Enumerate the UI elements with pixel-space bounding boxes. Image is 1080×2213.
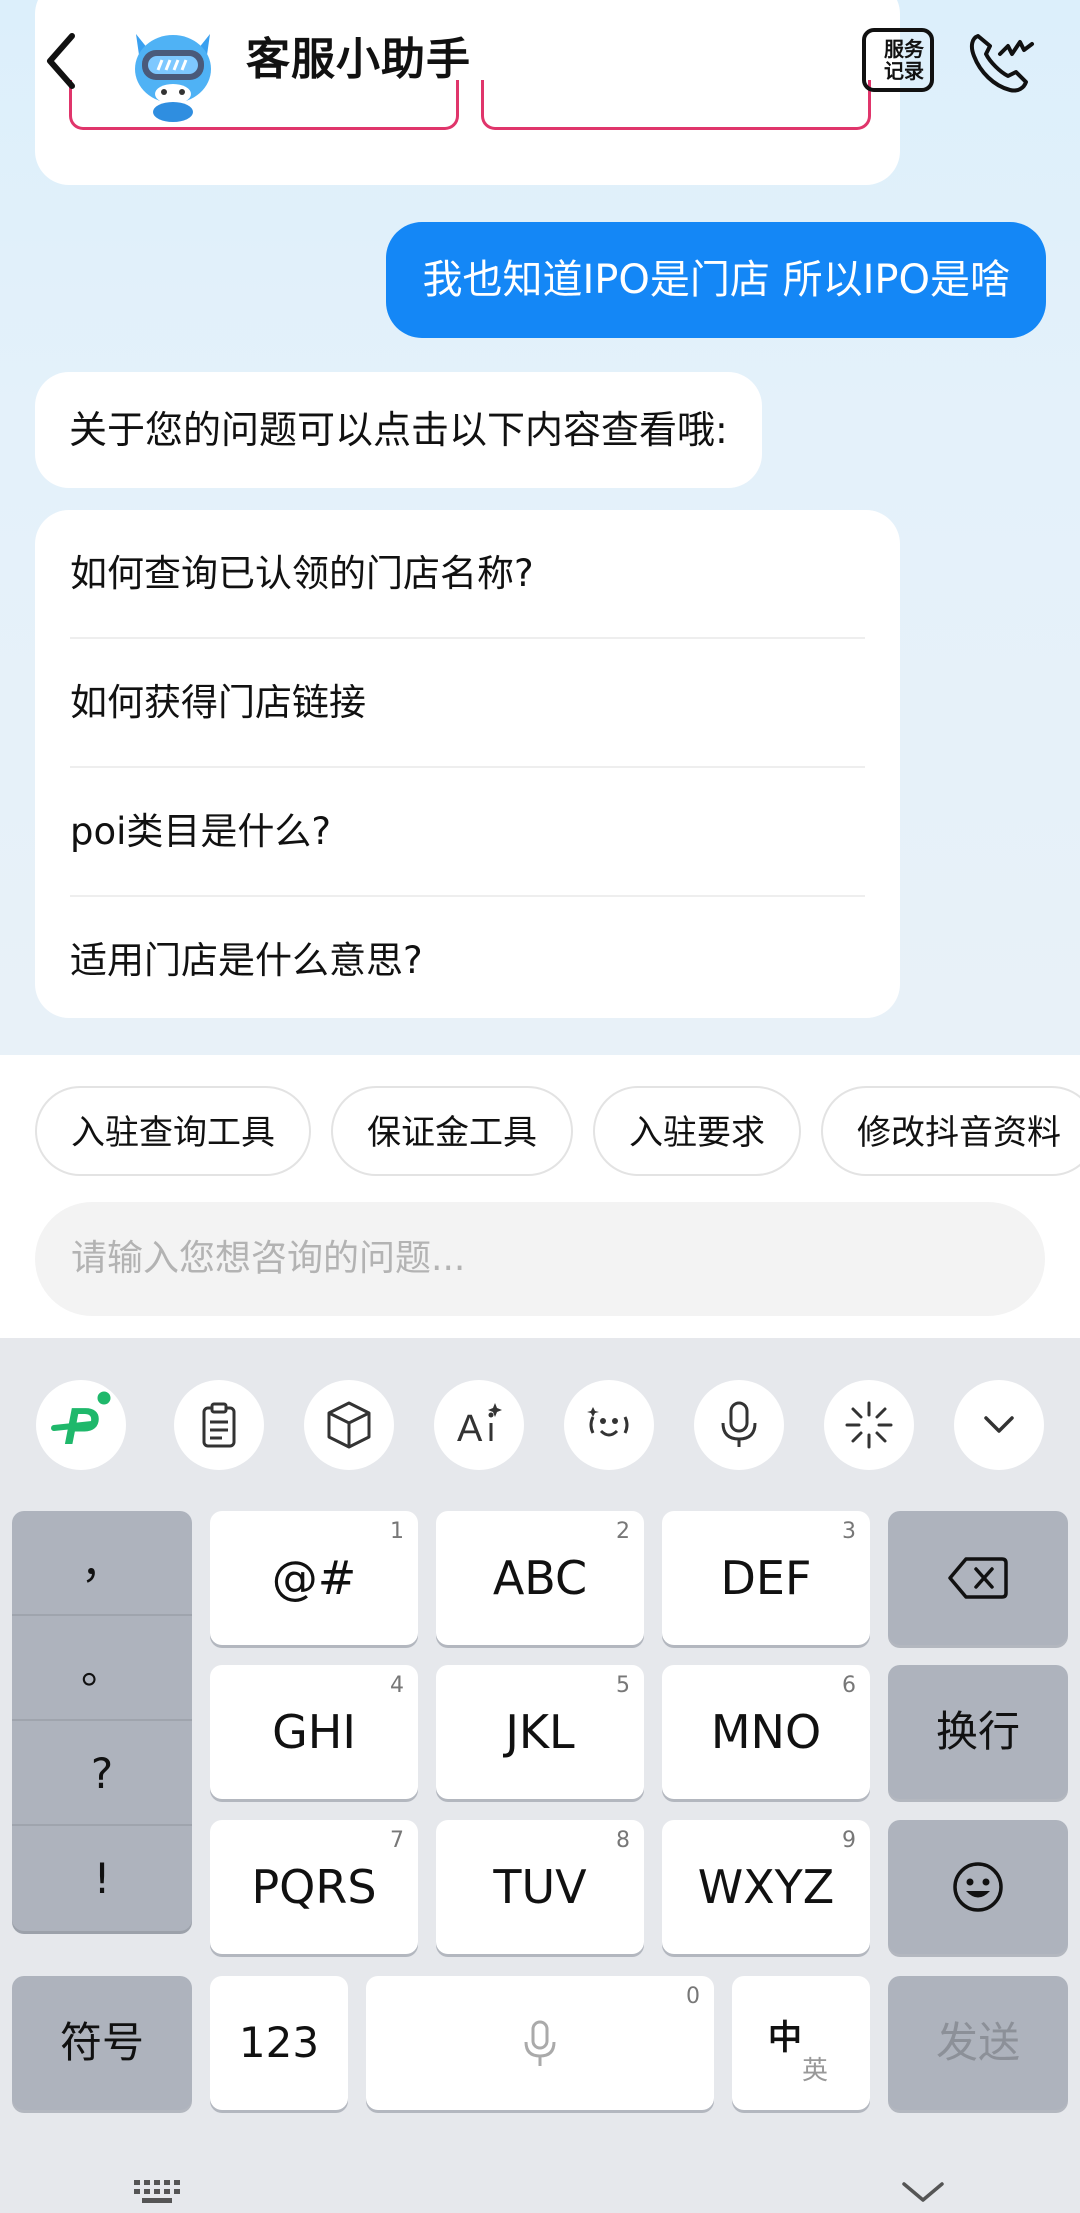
key-pqrs[interactable]: 7 PQRS xyxy=(210,1820,418,1954)
chip-edit-douyin-profile[interactable]: 修改抖音资料 xyxy=(821,1086,1080,1176)
symbols-key[interactable]: 符号 xyxy=(12,1976,192,2110)
header: 客服小助手 服务 记录 xyxy=(0,0,1080,125)
clipboard-icon[interactable] xyxy=(174,1380,264,1470)
keyboard-switch-icon[interactable] xyxy=(132,2176,184,2208)
bot-message-bubble: 关于您的问题可以点击以下内容查看哦: xyxy=(35,372,762,488)
space-key[interactable]: 0 xyxy=(366,1976,714,2110)
chip-settle-query-tool[interactable]: 入驻查询工具 xyxy=(35,1086,311,1176)
key-symbols-1[interactable]: 1 @# xyxy=(210,1511,418,1645)
space-microphone-icon xyxy=(524,2020,556,2066)
numbers-key[interactable]: 123 xyxy=(210,1976,348,2110)
face-icon[interactable] xyxy=(564,1380,654,1470)
punctuation-column: ， 。 ? ! xyxy=(12,1511,192,1931)
service-record-button[interactable]: 服务 记录 xyxy=(862,28,934,92)
key-tuv[interactable]: 8 TUV xyxy=(436,1820,644,1954)
microphone-icon[interactable] xyxy=(694,1380,784,1470)
emoji-key[interactable] xyxy=(888,1820,1068,1954)
quick-action-chips: 入驻查询工具 保证金工具 入驻要求 修改抖音资料 xyxy=(35,1086,1080,1180)
faq-item[interactable]: 如何获得门店链接 xyxy=(70,639,865,768)
backspace-key[interactable] xyxy=(888,1511,1068,1645)
chip-deposit-tool[interactable]: 保证金工具 xyxy=(331,1086,573,1176)
cube-icon[interactable] xyxy=(304,1380,394,1470)
page-title: 客服小助手 xyxy=(246,34,471,85)
key-mno[interactable]: 6 MNO xyxy=(662,1665,870,1799)
faq-list: 如何查询已认领的门店名称? 如何获得门店链接 poi类目是什么? 适用门店是什么… xyxy=(35,510,900,1018)
punct-key-exclaim[interactable]: ! xyxy=(12,1826,192,1931)
backspace-icon xyxy=(948,1557,1008,1599)
newline-key[interactable]: 换行 xyxy=(888,1665,1068,1799)
key-wxyz[interactable]: 9 WXYZ xyxy=(662,1820,870,1954)
faq-item[interactable]: 适用门店是什么意思? xyxy=(70,897,865,1024)
key-jkl[interactable]: 5 JKL xyxy=(436,1665,644,1799)
phone-call-icon[interactable] xyxy=(964,26,1036,98)
key-def[interactable]: 3 DEF xyxy=(662,1511,870,1645)
assistant-avatar-icon xyxy=(135,34,211,122)
svg-text:A: A xyxy=(457,1408,483,1450)
question-input[interactable]: 请输入您想咨询的问题... xyxy=(35,1202,1045,1316)
chat-area: 客服小助手 服务 记录 我也知道IPO是门店 所以IPO是啥 关于您的问题可以点… xyxy=(0,0,1080,1055)
sparkle-icon[interactable] xyxy=(824,1380,914,1470)
service-record-label: 服务 记录 xyxy=(884,37,924,83)
emoji-icon xyxy=(953,1862,1003,1912)
back-arrow-icon[interactable] xyxy=(38,26,88,96)
keyboard: P A ， 。 ? ! 1 xyxy=(0,1338,1080,2213)
ime-logo-icon[interactable]: P xyxy=(36,1380,126,1470)
key-ghi[interactable]: 4 GHI xyxy=(210,1665,418,1799)
chevron-down-icon[interactable] xyxy=(954,1380,1044,1470)
chip-settle-requirements[interactable]: 入驻要求 xyxy=(593,1086,801,1176)
faq-item[interactable]: 如何查询已认领的门店名称? xyxy=(70,510,865,639)
user-message-bubble: 我也知道IPO是门店 所以IPO是啥 xyxy=(386,222,1046,338)
punct-key-period[interactable]: 。 xyxy=(12,1616,192,1721)
send-key[interactable]: 发送 xyxy=(888,1976,1068,2110)
ai-text-icon[interactable]: A xyxy=(434,1380,524,1470)
faq-item[interactable]: poi类目是什么? xyxy=(70,768,865,897)
punct-key-question[interactable]: ? xyxy=(12,1721,192,1826)
language-switch-key[interactable]: 中 英 xyxy=(732,1976,870,2110)
hide-keyboard-icon[interactable] xyxy=(898,2178,948,2208)
key-abc[interactable]: 2 ABC xyxy=(436,1511,644,1645)
punct-key-comma[interactable]: ， xyxy=(12,1511,192,1616)
